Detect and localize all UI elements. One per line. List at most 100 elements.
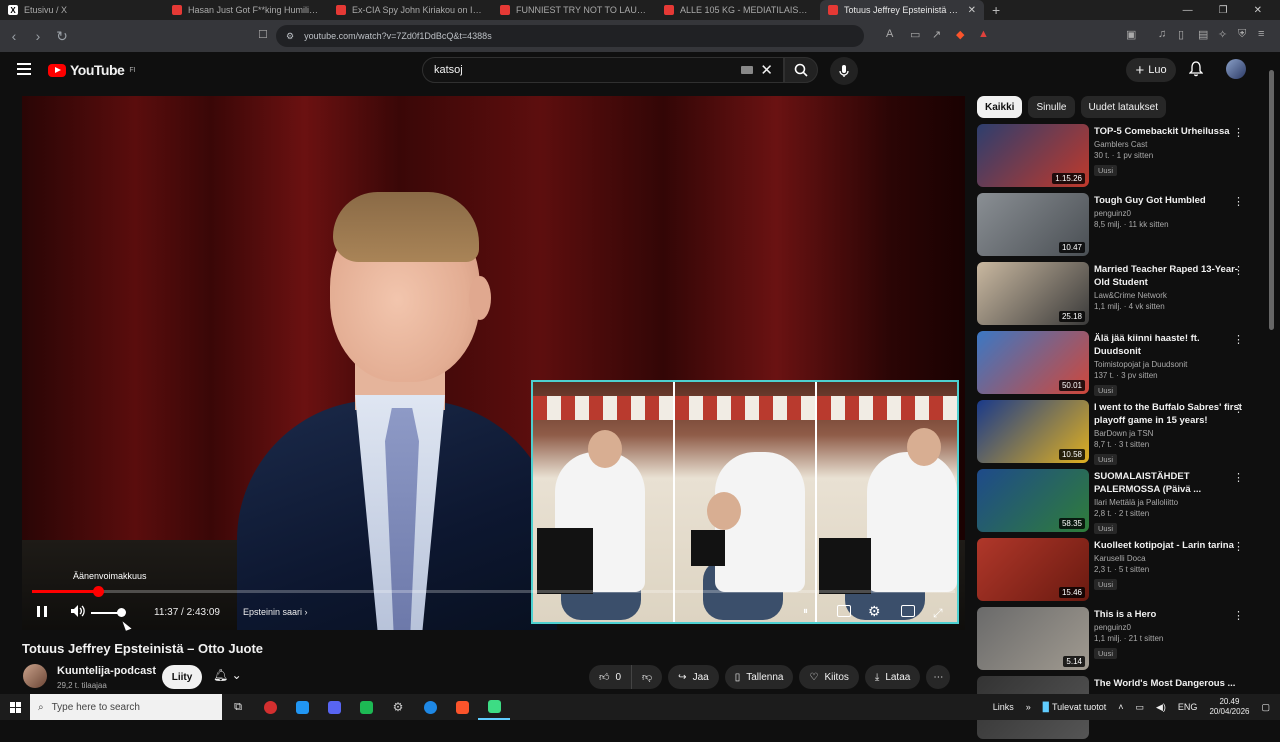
- more-vertical-icon[interactable]: ⋮: [1233, 126, 1244, 139]
- recommendation-title[interactable]: Älä jää kiinni haaste! ft. Duudsonit: [1094, 332, 1244, 358]
- vpn-icon[interactable]: ⛨: [1238, 28, 1246, 41]
- volume-knob[interactable]: [117, 608, 126, 617]
- youtube-logo[interactable]: YouTube FI: [48, 62, 136, 78]
- search-button[interactable]: [784, 57, 818, 83]
- recommendation-channel[interactable]: Gamblers Cast: [1094, 140, 1244, 149]
- more-actions-button[interactable]: ⋯: [926, 665, 951, 689]
- recommendation-channel[interactable]: Toimistopojat ja Duudsonit: [1094, 360, 1244, 369]
- clear-search-icon[interactable]: ✕: [760, 61, 773, 79]
- page-scrollbar[interactable]: [1268, 60, 1275, 690]
- recommendation-title[interactable]: Kuolleet kotipojat - Larin tarina: [1094, 539, 1244, 552]
- save-button[interactable]: ▯ Tallenna: [724, 665, 794, 689]
- download-button[interactable]: ⤓ Lataa: [864, 665, 921, 689]
- keyboard-icon[interactable]: [741, 66, 753, 74]
- miniplayer-icon[interactable]: [901, 605, 915, 617]
- bookmark-icon[interactable]: ☐: [258, 28, 268, 41]
- recommendation-item[interactable]: 10.47 Tough Guy Got Humbled penguinz0 8,5 m…: [977, 193, 1265, 259]
- discord-icon[interactable]: [318, 694, 350, 720]
- task-view-icon[interactable]: ⧉: [222, 694, 254, 720]
- video-thumbnail[interactable]: 58.35: [977, 469, 1089, 532]
- pause-icon[interactable]: [37, 606, 47, 617]
- video-thumbnail[interactable]: 10.47: [977, 193, 1089, 256]
- more-vertical-icon[interactable]: ⋮: [1233, 333, 1244, 346]
- more-vertical-icon[interactable]: ⋮: [1233, 402, 1244, 415]
- brave-shield-icon[interactable]: ◆: [956, 28, 964, 41]
- video-thumbnail[interactable]: 10.58: [977, 400, 1089, 463]
- join-button[interactable]: Liity: [162, 665, 202, 689]
- more-vertical-icon[interactable]: ⋮: [1233, 609, 1244, 622]
- recommendation-item[interactable]: 58.35 SUOMALAISTÄHDET PALERMOSSA (Päivä .…: [977, 469, 1265, 535]
- video-thumbnail[interactable]: 5.14: [977, 607, 1089, 670]
- recommendation-title[interactable]: The World's Most Dangerous ...: [1094, 677, 1244, 690]
- close-window-icon[interactable]: ✕: [1254, 5, 1262, 16]
- share-page-icon[interactable]: ↗: [932, 28, 941, 41]
- links-toolbar[interactable]: Links: [993, 702, 1014, 712]
- tray-overflow-icon[interactable]: ˄: [1118, 702, 1123, 712]
- like-button[interactable]: 👍︎ 0: [589, 665, 632, 689]
- dislike-button[interactable]: 👎︎: [631, 665, 663, 689]
- leo-icon[interactable]: ✧: [1218, 28, 1227, 41]
- taskbar-search[interactable]: ⌕ Type here to search: [30, 694, 222, 720]
- minimize-icon[interactable]: —: [1183, 5, 1193, 16]
- site-info-icon[interactable]: ⚙: [286, 31, 294, 42]
- edge-icon[interactable]: [414, 694, 446, 720]
- more-vertical-icon[interactable]: ⋮: [1233, 264, 1244, 277]
- speaker-icon[interactable]: ◀): [1156, 702, 1166, 713]
- chip-new-uploads[interactable]: Uudet lataukset: [1080, 96, 1166, 118]
- recommendation-channel[interactable]: penguinz0: [1094, 209, 1244, 218]
- chip-all[interactable]: Kaikki: [977, 96, 1023, 118]
- share-button[interactable]: ↪ Jaa: [668, 665, 719, 689]
- settings-app-icon[interactable]: ⚙: [382, 694, 414, 720]
- recommendation-channel[interactable]: Karuselli Doca: [1094, 554, 1244, 563]
- fullscreen-icon[interactable]: ⤢: [933, 606, 943, 621]
- browser-tab[interactable]: ALLE 105 KG - MEDIATILAISUUS - You...: [656, 0, 820, 20]
- recommendation-item[interactable]: 5.14 This is a Hero penguinz0 1,1 milj. · 2…: [977, 607, 1265, 673]
- recommendation-title[interactable]: This is a Hero: [1094, 608, 1244, 621]
- notifications-bell-icon[interactable]: [1188, 61, 1204, 82]
- forward-icon[interactable]: ›: [28, 28, 48, 44]
- extensions-icon[interactable]: ▣: [1126, 28, 1136, 41]
- recommendation-item[interactable]: 25.18 Married Teacher Raped 13-Year-Old S…: [977, 262, 1265, 328]
- volume-icon[interactable]: [70, 604, 86, 618]
- recommendation-title[interactable]: Married Teacher Raped 13-Year-Old Studen…: [1094, 263, 1244, 289]
- rewards-icon[interactable]: ▲: [978, 28, 989, 40]
- sidebar-icon[interactable]: ▯: [1178, 28, 1184, 41]
- wallet-icon[interactable]: ▤: [1198, 28, 1208, 41]
- autoplay-toggle-icon[interactable]: ⏸: [803, 606, 808, 617]
- chip-for-you[interactable]: Sinulle: [1028, 96, 1075, 118]
- search-input[interactable]: katsoj ✕: [422, 57, 784, 83]
- browser-tab[interactable]: FUNNIEST TRY NOT TO LAUGH AFTER...: [492, 0, 656, 20]
- account-avatar[interactable]: [1226, 59, 1246, 79]
- channel-avatar[interactable]: [23, 664, 47, 688]
- recommendation-title[interactable]: Tough Guy Got Humbled: [1094, 194, 1244, 207]
- scrollbar-thumb[interactable]: [1269, 70, 1274, 330]
- recommendation-item[interactable]: 50.01 Älä jää kiinni haaste! ft. Duudsoni…: [977, 331, 1265, 397]
- settings-gear-icon[interactable]: ⚙: [868, 603, 881, 620]
- create-button[interactable]: + Luo: [1126, 58, 1176, 82]
- video-thumbnail[interactable]: 15.46: [977, 538, 1089, 601]
- notifications-icon[interactable]: ▢: [1261, 702, 1270, 713]
- translate-icon[interactable]: A: [886, 28, 893, 40]
- video-thumbnail[interactable]: 1.15.26: [977, 124, 1089, 187]
- recommendation-item[interactable]: 15.46 Kuolleet kotipojat - Larin tarina Ka…: [977, 538, 1265, 604]
- recommendation-item[interactable]: 1.15.26 TOP-5 Comebackit Urheilussa Gamble…: [977, 124, 1265, 190]
- progress-bar[interactable]: [32, 586, 955, 597]
- start-button[interactable]: [0, 701, 30, 713]
- browser-tab[interactable]: Ex-CIA Spy John Kiriakou on Israel, D...: [328, 0, 492, 20]
- subscription-bell-button[interactable]: 🔔︎ ⌄: [213, 668, 242, 682]
- thanks-button[interactable]: ♡ Kiitos: [799, 665, 859, 689]
- recommendation-channel[interactable]: Law&Crime Network: [1094, 291, 1244, 300]
- back-icon[interactable]: ‹: [4, 28, 24, 44]
- url-field[interactable]: ⚙ youtube.com/watch?v=7Zd0f1DdBcQ&t=4388…: [276, 25, 864, 47]
- browser-tab[interactable]: Hasan Just Got F**king Humiliated...: [164, 0, 328, 20]
- more-vertical-icon[interactable]: ⋮: [1233, 540, 1244, 553]
- menu-icon[interactable]: ≡: [1258, 28, 1264, 40]
- recommendation-title[interactable]: I went to the Buffalo Sabres' first play…: [1094, 401, 1244, 427]
- video-player[interactable]: Äänenvoimakkuus 11:37 / 2:43:09 Epsteini…: [22, 96, 965, 630]
- maximize-icon[interactable]: ❐: [1219, 5, 1228, 16]
- opera-icon[interactable]: [254, 694, 286, 720]
- clock[interactable]: 20.49 20/04/2026: [1209, 697, 1249, 717]
- scrubber-knob[interactable]: [92, 586, 104, 597]
- guide-menu-icon[interactable]: [17, 63, 31, 75]
- close-tab-icon[interactable]: ✕: [968, 5, 976, 16]
